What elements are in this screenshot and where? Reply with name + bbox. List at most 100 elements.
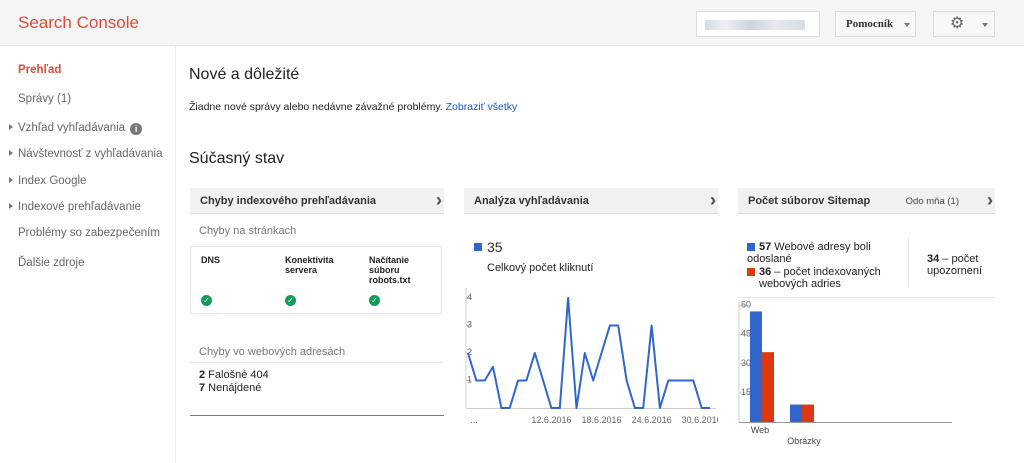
column-header-line: Konektivita (285, 255, 334, 265)
search-analytics-header[interactable]: Analýza vyhľadávania ›› (464, 188, 718, 214)
x-tick-label: 30.6.2016 (682, 415, 718, 425)
sidebar-item-other-resources[interactable]: Ďalšie zdroje (18, 257, 84, 269)
news-text: Žiadne nové správy alebo nedávne závažné… (189, 101, 443, 113)
news-heading: Nové a dôležité (189, 66, 300, 83)
submitted-legend-swatch (747, 243, 755, 251)
x-tick-label: 12.6.2016 (531, 415, 571, 425)
chevron-down-icon (982, 23, 988, 27)
sidebar-item-search-traffic[interactable]: Návštevnosť z vyhľadávania (9, 148, 162, 160)
sidebar-item-messages[interactable]: Správy (1) (18, 93, 71, 105)
y-tick-label: 4 (467, 292, 472, 302)
column-header-line: servera (285, 265, 318, 275)
sitemaps-header[interactable]: Počet súborov Sitemap Odo mňa (1) ›› (738, 188, 995, 214)
submitted-legend: 57 Webové adresy boli (759, 241, 871, 253)
submitted-label-line2: odoslané (747, 253, 792, 265)
sitemaps-source-selector[interactable]: Odo mňa (1) (906, 196, 959, 207)
chevron-down-icon (904, 23, 910, 27)
column-header-line: DNS (201, 255, 221, 265)
x-tick-label: 18.6.2016 (581, 415, 621, 425)
url-errors-label: Chyby vo webových adresách (199, 346, 346, 358)
indexed-label: – počet indexovaných (771, 266, 881, 278)
column-header-line: Načítanie (369, 255, 410, 265)
gear-icon: ⚙ (950, 15, 965, 32)
site-errors-table: DNS Konektivita servera Načítanie súboru ro… (190, 246, 442, 314)
search-analytics-title: Analýza vyhľadávania (474, 195, 589, 207)
total-clicks-label: Celkový počet kliknutí (487, 262, 594, 274)
divider (738, 297, 995, 298)
crawl-errors-header[interactable]: Chyby indexového prehľadávania ›› (190, 188, 444, 214)
x-tick-label: Web (751, 425, 769, 435)
sitemaps-bar-chart: 15 30 45 60 Web Obrázky (738, 300, 952, 446)
error-label: Nenájdené (205, 382, 262, 394)
url-error-row-soft-404[interactable]: 2 Falošné 404 (199, 369, 269, 381)
warnings-label: – počet (939, 253, 979, 265)
crawl-errors-title: Chyby indexového prehľadávania (200, 195, 377, 207)
column-header-line: robots.txt (369, 275, 411, 285)
submitted-count: 57 (759, 241, 772, 253)
indexed-legend: 36 – počet indexovaných (759, 266, 881, 278)
current-status-heading: Súčasný stav (189, 150, 285, 167)
clicks-legend-swatch (474, 243, 482, 251)
divider (190, 362, 442, 363)
column-header-line: súboru (369, 265, 400, 275)
bar-submitted (790, 404, 802, 422)
warnings-count: 34 (927, 253, 940, 265)
sidebar-item-label: Návštevnosť z vyhľadávania (18, 148, 163, 160)
sidebar-item-crawl[interactable]: Indexové prehľadávanie (9, 201, 141, 213)
bar-indexed (762, 352, 774, 422)
check-circle-icon: ✓ (201, 295, 212, 306)
y-tick-label: 3 (467, 320, 472, 330)
robots-fetch-column-header: Načítanie súboru robots.txt (369, 255, 411, 285)
x-tick-label: 24.6.2016 (632, 415, 672, 425)
app-title[interactable]: Search Console (18, 13, 139, 33)
help-button[interactable]: Pomocník (835, 11, 916, 37)
sidebar-item-label: Indexové prehľadávanie (18, 201, 141, 213)
sidebar-item-security-issues[interactable]: Problémy so zabezpečením (18, 227, 160, 239)
sidebar-item-google-index[interactable]: Index Google (9, 175, 86, 187)
info-icon[interactable]: i (130, 123, 143, 135)
warnings-stat: 34 – počet (927, 253, 978, 265)
show-all-link[interactable]: Zobraziť všetky (446, 101, 518, 113)
expand-arrow-icon (9, 150, 13, 156)
indexed-legend-swatch (747, 268, 755, 276)
y-tick-label: 30 (741, 358, 751, 368)
total-clicks-value: 35 (487, 239, 503, 255)
indexed-label-line2: webových adries (759, 278, 841, 290)
site-errors-label: Chyby na stránkach (199, 225, 297, 237)
check-circle-icon: ✓ (285, 295, 296, 306)
sidebar-item-search-appearance[interactable]: Vzhľad vyhľadávania i (9, 122, 143, 135)
sidebar-divider (175, 46, 176, 463)
clicks-line-chart: 1234... 12.6.2016 18.6.2016 24.6.2016 30.6.2… (465, 288, 718, 425)
settings-button[interactable]: ⚙ (933, 11, 995, 37)
submitted-label: Webové adresy boli (771, 241, 871, 253)
warnings-label-line2: upozornení (927, 265, 983, 277)
account-name-redacted (705, 20, 805, 30)
account-selector[interactable] (696, 11, 820, 37)
expand-arrow-icon (9, 203, 13, 209)
top-bar: Search Console Pomocník ⚙ (0, 0, 1024, 46)
dns-column-header: DNS (201, 255, 220, 265)
bar-indexed (802, 404, 814, 422)
y-tick-label: 45 (741, 329, 751, 339)
divider (908, 237, 909, 287)
indexed-count: 36 (759, 266, 772, 278)
y-tick-label: 1 (467, 375, 472, 385)
sidebar-item-label: Index Google (18, 175, 87, 187)
sidebar-item-label: Vzhľad vyhľadávania (18, 122, 126, 134)
news-message: Žiadne nové správy alebo nedávne závažné… (189, 101, 517, 113)
sidebar-item-overview[interactable]: Prehľad (18, 64, 61, 76)
bar-submitted (750, 311, 762, 422)
clicks-series-line (467, 297, 710, 409)
error-label: Falošné 404 (205, 369, 269, 381)
y-tick-label: 60 (741, 300, 751, 310)
check-circle-icon: ✓ (369, 295, 380, 306)
x-tick-label: Obrázky (787, 436, 821, 446)
x-tick-label: ... (470, 415, 478, 425)
help-button-label: Pomocník (846, 18, 894, 30)
sitemaps-title: Počet súborov Sitemap (748, 195, 871, 207)
y-tick-label: 15 (741, 387, 751, 397)
server-connectivity-column-header: Konektivita servera (285, 255, 334, 275)
url-error-row-not-found[interactable]: 7 Nenájdené (199, 382, 261, 394)
expand-arrow-icon (9, 177, 13, 183)
card-bottom-border (190, 415, 444, 416)
